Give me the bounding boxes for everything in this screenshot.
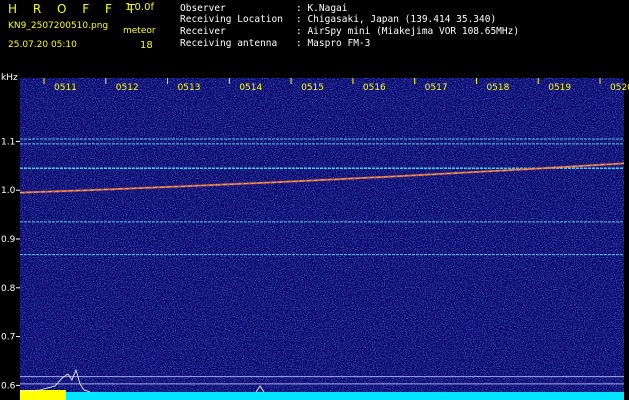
- info-label-observer: Observer: [180, 3, 226, 14]
- x-tick-label: 0517: [425, 83, 448, 93]
- mode-label: meteor: [123, 26, 156, 36]
- spectrogram-noise: [20, 78, 624, 400]
- program-name: H R O F F T: [8, 2, 142, 16]
- header-panel: H R O F F T 1.0.0f KN9_2507200510.png me…: [0, 0, 629, 74]
- y-tick-label: 1.1: [1, 137, 15, 147]
- y-tick-label: 0.7: [1, 333, 15, 343]
- info-label-antenna: Receiving antenna: [180, 38, 278, 49]
- x-tick-label: 0513: [178, 83, 201, 93]
- y-tick-label: 0.6: [1, 381, 16, 391]
- count-label: 18: [140, 40, 153, 51]
- x-tick-label: 0512: [116, 83, 139, 93]
- timestamp-label: 25.07.20 05:10: [8, 40, 77, 50]
- y-unit-label: kHz: [1, 73, 18, 83]
- x-tick-label: 0511: [54, 83, 77, 93]
- y-tick-label: 0.9: [1, 235, 16, 245]
- filename-label: KN9_2507200510.png: [8, 21, 109, 31]
- x-tick-label: 0519: [548, 83, 571, 93]
- info-label-receiver: Receiver: [180, 26, 226, 37]
- y-tick-label: 0.8: [1, 284, 16, 294]
- info-value-receiver: : AirSpy mini (Miakejima VOR 108.65MHz): [296, 26, 520, 37]
- info-label-location: Receiving Location: [180, 14, 283, 25]
- x-tick-label: 0518: [486, 83, 509, 93]
- spectrum-strip: [66, 392, 624, 400]
- y-tick-label: 1.0: [1, 186, 16, 196]
- info-value-antenna: : Maspro FM-3: [296, 38, 371, 49]
- x-tick-label: 0514: [239, 83, 262, 93]
- version-label: 1.0.0f: [125, 2, 154, 13]
- x-tick-label: 0515: [301, 83, 324, 93]
- spectrogram-plot: 1.1 1.0 0.9 0.8 0.7 0.6 0511 0512 0513 0514 0515 0…: [1, 78, 629, 400]
- x-tick-label: 0520: [610, 83, 629, 93]
- info-value-location: : Chigasaki, Japan (139.414 35.340): [296, 14, 497, 25]
- x-tick-label: 0516: [363, 83, 386, 93]
- info-value-observer: : K.Nagai: [296, 3, 348, 14]
